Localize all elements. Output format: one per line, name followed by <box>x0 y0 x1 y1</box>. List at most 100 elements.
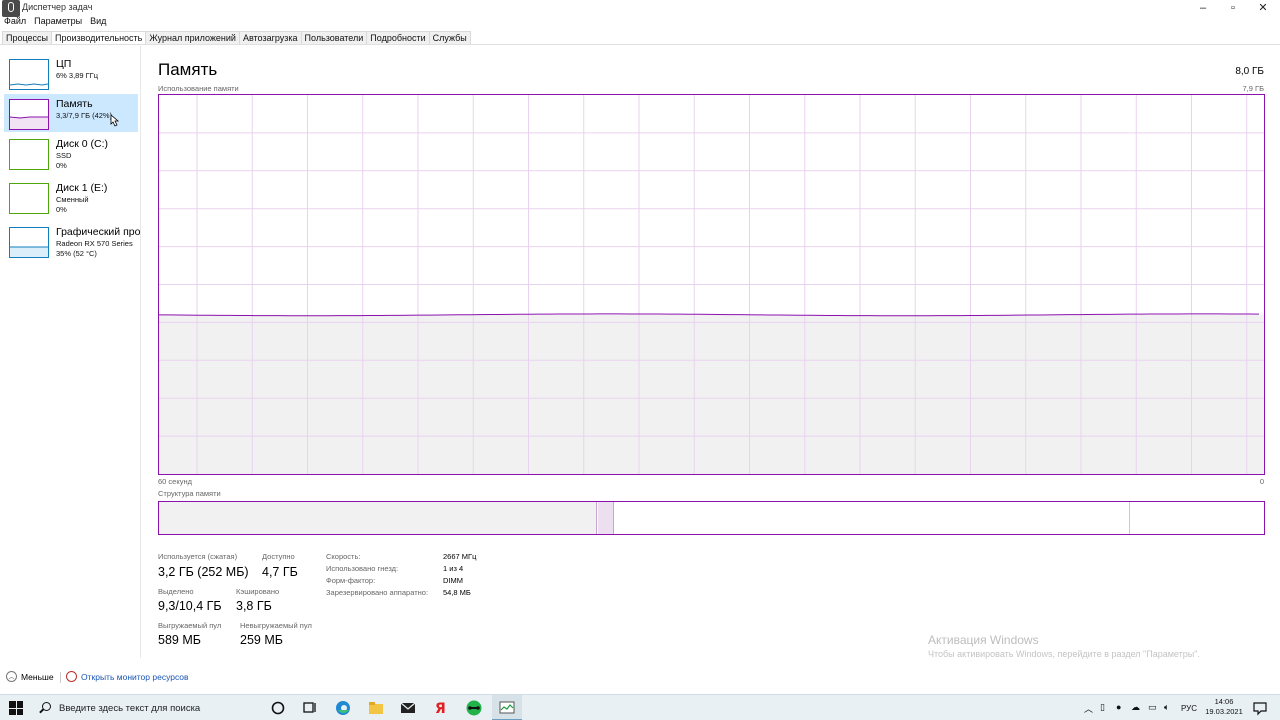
tabs-divider <box>0 44 1280 45</box>
total-memory: 8,0 ГБ <box>1235 66 1264 77</box>
speed-label: Скорость: <box>326 552 361 561</box>
search-icon <box>42 702 51 711</box>
graph-time-end: 0 <box>1259 477 1264 486</box>
cpu-thumbnail-graph <box>9 59 49 90</box>
committed-label: Выделено <box>158 587 194 596</box>
structure-label: Структура памяти <box>158 489 221 498</box>
sidebar-item-label: Память <box>56 98 93 110</box>
form-factor-value: DIMM <box>443 576 463 585</box>
task-manager-taskbar-button[interactable] <box>492 695 522 720</box>
clock-date: 19.03.2021 <box>1205 707 1243 716</box>
usage-graph-label: Использование памяти <box>158 84 239 93</box>
menu-options[interactable]: Параметры <box>34 16 82 28</box>
mail-icon[interactable] <box>400 700 416 716</box>
memory-usage-svg <box>159 95 1264 474</box>
available-label: Доступно <box>262 552 295 561</box>
chevron-up-icon: ︿ <box>6 671 17 682</box>
slots-value: 1 из 4 <box>443 564 464 573</box>
in-use-label: Используется (сжатая) <box>158 552 238 561</box>
cloud-icon[interactable]: ☁ <box>1131 702 1140 713</box>
tab-services[interactable]: Службы <box>428 31 471 44</box>
cached-label: Кэшировано <box>236 587 280 596</box>
task-manager-app-icon <box>2 0 20 17</box>
tray-overflow-icon[interactable]: ︿ <box>1084 702 1093 715</box>
tab-strip: Процессы Производительность Журнал прило… <box>2 31 471 45</box>
input-language[interactable]: РУС <box>1181 704 1197 713</box>
sidebar-item-label: ЦП <box>56 58 72 70</box>
microphone-icon[interactable]: ● <box>1116 702 1121 712</box>
tab-details[interactable]: Подробности <box>366 31 430 44</box>
sidebar-item-disk1[interactable]: Диск 1 (E:) Сменный 0% <box>4 178 138 220</box>
hw-reserved-value: 54,8 МБ <box>443 588 471 597</box>
cortana-icon[interactable] <box>270 700 286 716</box>
minimize-button[interactable]: – <box>1188 0 1218 15</box>
form-factor-label: Форм-фактор: <box>326 576 376 585</box>
taskbar-search-placeholder: Введите здесь текст для поиска <box>59 703 201 714</box>
hw-reserved-label: Зарезервировано аппаратно: <box>326 588 429 597</box>
fewer-details-label: Меньше <box>21 671 54 682</box>
title-bar: Диспетчер задач – ▫ ✕ <box>0 0 1280 17</box>
sidebar-item-sub2: 0% <box>56 161 67 170</box>
taskbar-clock[interactable]: 14:06 19.03.2021 <box>1204 697 1244 717</box>
sidebar-item-gpu[interactable]: Графический про Radeon RX 570 Series 35%… <box>4 222 141 266</box>
volume-icon[interactable]: 🔈︎ <box>1164 702 1169 713</box>
memory-thumbnail-graph <box>9 99 49 130</box>
tray-device-icon[interactable]: ▯ <box>1100 702 1105 713</box>
sidebar-item-label: Диск 0 (C:) <box>56 138 108 150</box>
task-view-icon[interactable] <box>302 700 318 716</box>
close-button[interactable]: ✕ <box>1248 0 1278 15</box>
available-value: 4,7 ГБ <box>262 565 298 579</box>
disk1-thumbnail-graph <box>9 183 49 214</box>
fewer-details-button[interactable]: ︿ Меньше <box>6 671 54 682</box>
page-title: Память <box>158 60 218 79</box>
segment-modified[interactable] <box>598 502 614 534</box>
tab-startup[interactable]: Автозагрузка <box>238 31 302 44</box>
sidebar-item-memory[interactable]: Память 3,3/7,9 ГБ (42%) <box>4 94 138 132</box>
disk0-thumbnail-graph <box>9 139 49 170</box>
sidebar-item-cpu[interactable]: ЦП 6% 3,89 ГГц <box>4 54 138 92</box>
taskbar: Введите здесь текст для поиска Я ︿ ▯ ● ☁… <box>0 694 1280 720</box>
sidebar-item-sub: SSD <box>56 151 72 160</box>
segment-free[interactable] <box>1131 502 1264 534</box>
gpu-thumbnail-graph <box>9 227 49 258</box>
sidebar-item-sub: 3,3/7,9 ГБ (42%) <box>56 111 113 120</box>
mouse-cursor-icon <box>110 114 120 127</box>
memory-composition-bar <box>158 501 1265 535</box>
sidebar-item-sub2: 0% <box>56 205 67 214</box>
tab-performance[interactable]: Производительность <box>51 31 147 44</box>
menu-file[interactable]: Файл <box>4 16 26 28</box>
sidebar-item-label: Графический про <box>56 226 141 238</box>
task-manager-icon <box>499 701 515 714</box>
start-button[interactable] <box>9 701 23 715</box>
taskbar-search-box[interactable]: Введите здесь текст для поиска <box>32 695 262 720</box>
notifications-icon[interactable] <box>1252 700 1268 716</box>
clock-time: 14:06 <box>1214 697 1234 706</box>
file-explorer-icon[interactable] <box>368 700 384 716</box>
slots-label: Использовано гнезд: <box>326 564 399 573</box>
maximize-button[interactable]: ▫ <box>1218 0 1248 15</box>
nonpaged-pool-value: 259 МБ <box>240 633 283 647</box>
svg-text:Я: Я <box>435 701 446 716</box>
activation-watermark-subtitle: Чтобы активировать Windows, перейдите в … <box>928 649 1200 659</box>
performance-sidebar: ЦП 6% 3,89 ГГц Память 3,3/7,9 ГБ (42%) Д… <box>0 46 141 658</box>
segment-in-use[interactable] <box>159 502 597 534</box>
sidebar-item-sub: 6% 3,89 ГГц <box>56 71 99 80</box>
footer-bar: ︿ Меньше Открыть монитор ресурсов <box>0 668 1280 688</box>
tab-app-history[interactable]: Журнал приложений <box>145 31 240 44</box>
tab-processes[interactable]: Процессы <box>2 31 53 44</box>
network-icon[interactable]: ▭ <box>1148 702 1157 713</box>
yandex-browser-icon[interactable]: Я <box>432 700 448 716</box>
sidebar-item-disk0[interactable]: Диск 0 (C:) SSD 0% <box>4 134 138 176</box>
green-app-icon[interactable] <box>466 700 482 716</box>
committed-value: 9,3/10,4 ГБ <box>158 599 222 613</box>
menu-view[interactable]: Вид <box>90 16 106 28</box>
sidebar-item-sub2: 35% (52 °C) <box>56 249 97 258</box>
footer-divider <box>60 672 61 683</box>
sidebar-item-sub: Сменный <box>56 195 89 204</box>
open-resource-monitor-link[interactable]: Открыть монитор ресурсов <box>66 671 189 682</box>
edge-browser-icon[interactable] <box>335 700 351 716</box>
tab-users[interactable]: Пользователи <box>300 31 368 44</box>
segment-standby[interactable] <box>615 502 1130 534</box>
sidebar-item-sub: Radeon RX 570 Series <box>56 239 133 248</box>
memory-usage-graph <box>158 94 1265 475</box>
